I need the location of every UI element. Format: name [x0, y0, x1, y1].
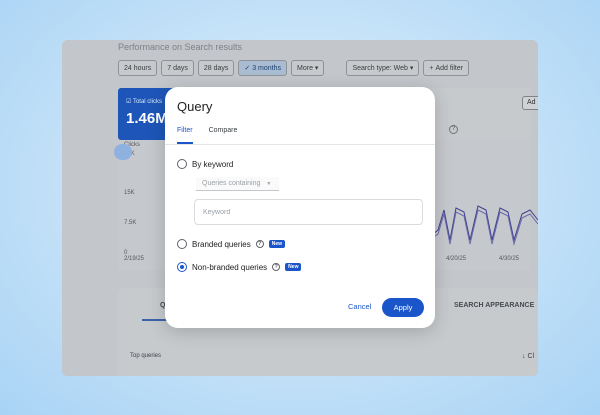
help-icon: ? [449, 125, 458, 134]
tab-divider [165, 144, 435, 145]
total-clicks-value: 1.46M [126, 110, 168, 127]
add-filter-label: Add filter [435, 64, 464, 72]
branded-label: Branded queries [192, 239, 251, 249]
search-type-dropdown[interactable]: Search type: Web ▾ [346, 60, 420, 76]
chip-3-months-label: 3 months [252, 64, 282, 72]
x-tick: 2/19/25 [124, 256, 145, 262]
option-branded[interactable]: Branded queries ? New [177, 239, 285, 249]
query-filter-dialog: Query Filter Compare By keyword Queries … [165, 87, 435, 328]
y-tick: 7.5K [124, 220, 137, 226]
more-dropdown[interactable]: More ▾ [291, 60, 325, 76]
radio-non-branded[interactable] [177, 262, 187, 272]
match-type-value: Queries containing [202, 180, 261, 187]
caret-down-icon: ▾ [312, 65, 319, 72]
caret-down-icon: ▾ [407, 65, 414, 72]
sort-clicks[interactable]: ↓ Cl [522, 353, 534, 360]
cancel-button[interactable]: Cancel [348, 302, 371, 311]
side-handle[interactable] [114, 144, 132, 160]
dialog-title: Query [177, 99, 213, 114]
option-by-keyword[interactable]: By keyword [177, 159, 233, 169]
new-badge: New [285, 263, 302, 271]
radio-by-keyword[interactable] [177, 159, 187, 169]
by-keyword-label: By keyword [192, 159, 234, 169]
date-toolbar: 24 hours 7 days 28 days ✓ 3 months More … [118, 60, 470, 76]
chip-7-days[interactable]: 7 days [161, 60, 194, 76]
help-icon[interactable]: ? [272, 263, 281, 271]
non-branded-label: Non-branded queries [192, 262, 268, 272]
chart-line-right [432, 205, 538, 246]
radio-branded[interactable] [177, 239, 187, 249]
tab-search-appearance[interactable]: SEARCH APPEARANCE [454, 302, 534, 309]
caret-down-icon: ▼ [266, 180, 272, 187]
chip-24-hours[interactable]: 24 hours [118, 60, 158, 76]
tab-compare[interactable]: Compare [209, 127, 238, 144]
chip-3-months[interactable]: ✓ 3 months [238, 60, 288, 76]
top-queries-label: Top queries [130, 353, 162, 359]
apply-button[interactable]: Apply [382, 298, 424, 317]
total-clicks-label: ☑ Total clicks [126, 99, 162, 105]
tab-filter[interactable]: Filter [177, 127, 193, 144]
y-tick: 15K [124, 190, 135, 196]
new-badge: New [268, 240, 285, 248]
add-button[interactable]: Ad [522, 96, 538, 110]
option-non-branded[interactable]: Non-branded queries ? New [177, 262, 302, 272]
keyword-input[interactable] [194, 199, 423, 225]
search-type-label: Search type: Web [352, 64, 408, 72]
add-filter-button[interactable]: + Add filter [423, 60, 470, 76]
more-label: More [297, 64, 313, 72]
report-title: Performance on Search results [118, 42, 243, 52]
dialog-tabs: Filter Compare [177, 127, 237, 144]
help-icon[interactable]: ? [255, 240, 264, 248]
checkbox-icon: ☑ [126, 99, 133, 105]
check-icon: ✓ [244, 65, 253, 72]
match-type-select[interactable]: Queries containing ▼ [196, 177, 280, 191]
chip-28-days[interactable]: 28 days [197, 60, 235, 76]
